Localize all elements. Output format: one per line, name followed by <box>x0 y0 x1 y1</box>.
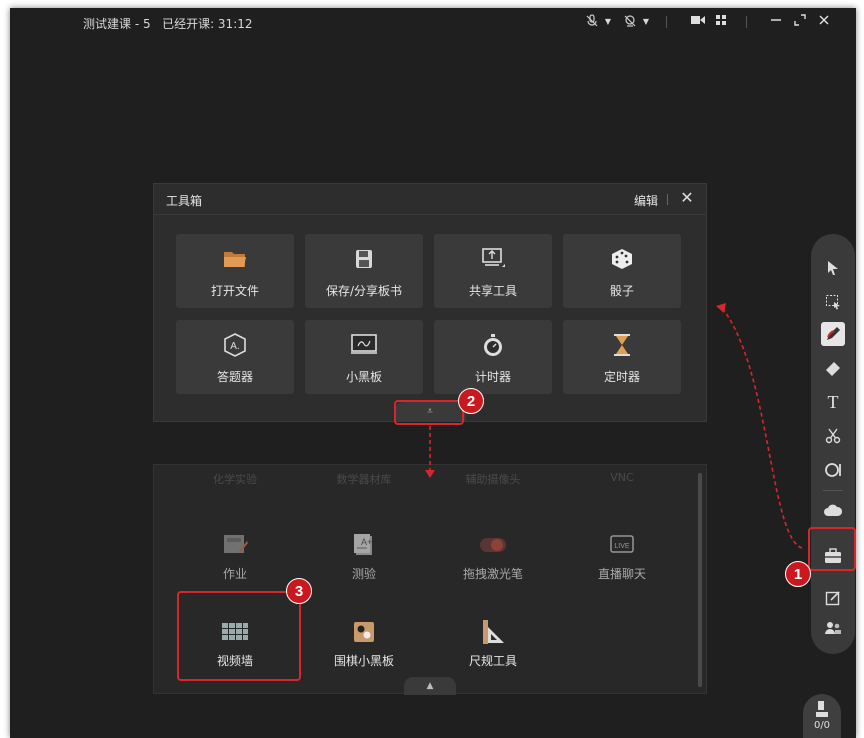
annotation-badge-2: 2 <box>458 388 484 414</box>
annotation-badge-3: 3 <box>286 578 312 604</box>
app-window: 测试建课 - 5 已经开课: 31:12 ▼ ▼ 工具箱 编辑 ✕ 打开文件 保… <box>10 8 856 738</box>
annotation-arrows <box>425 303 803 549</box>
annotation-badge-1: 1 <box>785 561 811 587</box>
